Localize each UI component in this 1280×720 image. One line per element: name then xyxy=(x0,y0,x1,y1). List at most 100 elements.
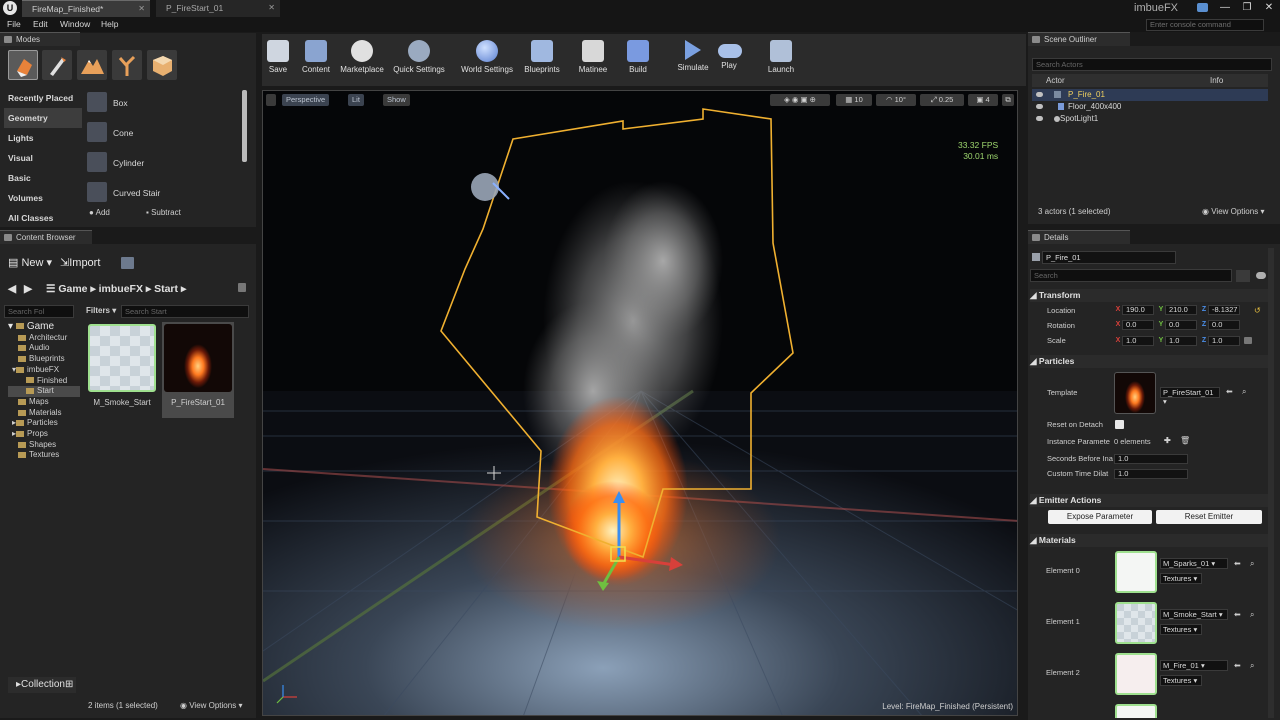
breadcrumb-game[interactable]: Game xyxy=(58,283,87,295)
add-element-icon[interactable]: ✚ xyxy=(1164,436,1171,445)
save-button[interactable]: Save xyxy=(266,36,290,84)
material-thumbnail[interactable] xyxy=(1115,551,1157,593)
property-matrix-icon[interactable] xyxy=(1236,270,1250,282)
geometry-mode-icon[interactable] xyxy=(147,50,177,80)
textures-0-dropdown[interactable]: Textures ▾ xyxy=(1160,573,1202,584)
subtract-radio[interactable]: ▪ Subtract xyxy=(146,208,181,217)
add-collection-icon[interactable]: ⊞ xyxy=(65,679,73,690)
location-x-input[interactable]: 190.0 xyxy=(1122,305,1154,315)
place-item-cylinder[interactable]: Cylinder xyxy=(84,148,240,178)
materials-section[interactable]: ◢ Materials xyxy=(1030,534,1268,547)
tree-item[interactable]: Shapes xyxy=(8,440,80,451)
material-thumbnail[interactable] xyxy=(1115,602,1157,644)
tree-item[interactable]: ▸ Particles xyxy=(8,418,80,429)
outliner-row-fire[interactable]: P_Fire_01 xyxy=(1032,89,1268,101)
particles-section[interactable]: ◢ Particles xyxy=(1030,355,1268,368)
browse-search-icon[interactable]: ⌕ xyxy=(1250,661,1254,671)
visibility-eye-icon[interactable] xyxy=(1036,116,1043,121)
content-browser-tab[interactable]: Content Browser xyxy=(0,230,92,244)
seconds-before-inactive-input[interactable]: 1.0 xyxy=(1114,454,1188,464)
menu-edit[interactable]: Edit xyxy=(33,17,48,32)
details-tab[interactable]: Details xyxy=(1028,230,1130,244)
col-info[interactable]: Info xyxy=(1210,74,1223,87)
modes-scrollbar[interactable] xyxy=(242,90,247,162)
content-view-options[interactable]: ◉ View Options ▾ xyxy=(180,701,242,710)
use-selected-icon[interactable]: ⬅ xyxy=(1234,661,1241,670)
search-assets-input[interactable]: Search Start xyxy=(121,305,249,318)
paint-mode-icon[interactable] xyxy=(42,50,72,80)
col-actor[interactable]: Actor xyxy=(1046,74,1065,87)
reset-on-detach-checkbox[interactable] xyxy=(1115,420,1124,429)
rotation-snap-button[interactable]: ◠ 10° xyxy=(876,94,916,106)
unreal-logo-icon[interactable]: U xyxy=(3,1,17,15)
scale-snap-button[interactable]: ⤢ 0.25 xyxy=(920,94,964,106)
category-basic[interactable]: Basic xyxy=(4,168,82,188)
simulate-button[interactable]: Simulate xyxy=(676,36,710,84)
path-menu-icon[interactable]: ☰ xyxy=(46,283,55,295)
transform-section[interactable]: ◢ Transform xyxy=(1030,289,1268,302)
menu-help[interactable]: Help xyxy=(101,17,118,32)
tree-item[interactable]: Materials xyxy=(8,408,80,419)
build-button[interactable]: Build xyxy=(626,36,650,84)
viewport[interactable] xyxy=(262,90,1018,716)
category-geometry[interactable]: Geometry xyxy=(4,108,82,128)
use-selected-icon[interactable]: ⬅ xyxy=(1234,610,1241,619)
expose-parameter-button[interactable]: Expose Parameter xyxy=(1048,510,1152,524)
add-radio[interactable]: ● Add xyxy=(89,208,110,217)
tree-item[interactable]: ▾ imbueFX xyxy=(8,365,80,376)
actor-name-input[interactable]: P_Fire_01 xyxy=(1042,251,1176,264)
category-recently-placed[interactable]: Recently Placed xyxy=(4,88,82,108)
close-window-icon[interactable]: ✕ xyxy=(1260,0,1278,15)
material-2-dropdown[interactable]: M_Fire_01 ▾ xyxy=(1160,660,1228,671)
filters-button[interactable]: Filters ▾ xyxy=(86,306,116,315)
menu-window[interactable]: Window xyxy=(60,17,90,32)
emitter-actions-section[interactable]: ◢ Emitter Actions xyxy=(1030,494,1268,507)
rotation-z-input[interactable]: 0.0 xyxy=(1208,320,1240,330)
close-icon[interactable]: ✕ xyxy=(268,0,275,16)
textures-1-dropdown[interactable]: Textures ▾ xyxy=(1160,624,1202,635)
use-selected-icon[interactable]: ⬅ xyxy=(1234,559,1241,568)
textures-2-dropdown[interactable]: Textures ▾ xyxy=(1160,675,1202,686)
place-item-box[interactable]: Box xyxy=(84,88,240,118)
nav-back-icon[interactable]: ◀ xyxy=(8,281,16,297)
browse-search-icon[interactable]: ⌕ xyxy=(1242,387,1246,397)
reset-arrow-icon[interactable]: ↺ xyxy=(1254,306,1261,315)
browse-search-icon[interactable]: ⌕ xyxy=(1250,610,1254,620)
template-thumbnail[interactable] xyxy=(1114,372,1156,414)
outliner-row-spotlight[interactable]: SpotLight1 xyxy=(1032,113,1268,125)
blueprints-button[interactable]: Blueprints xyxy=(522,36,562,84)
location-y-input[interactable]: 210.0 xyxy=(1165,305,1197,315)
foliage-mode-icon[interactable] xyxy=(112,50,142,80)
tab-firemap[interactable]: FireMap_Finished* ✕ xyxy=(22,0,150,17)
trash-icon[interactable]: 🗑 xyxy=(1180,436,1190,445)
quick-settings-button[interactable]: Quick Settings xyxy=(392,36,446,84)
asset-tile-smoke[interactable]: M_Smoke_Start xyxy=(86,322,158,418)
minimize-icon[interactable]: — xyxy=(1216,0,1234,15)
visibility-eye-icon[interactable] xyxy=(1036,104,1043,109)
world-settings-button[interactable]: World Settings xyxy=(460,36,514,84)
launch-button[interactable]: Launch xyxy=(766,36,796,84)
breadcrumb-imbuefx[interactable]: imbueFX xyxy=(99,283,143,295)
lock-icon[interactable] xyxy=(238,283,246,292)
breadcrumb-start[interactable]: Start xyxy=(154,283,178,295)
tree-item[interactable]: Audio xyxy=(8,343,80,354)
tree-item[interactable]: Blueprints xyxy=(8,354,80,365)
play-button[interactable]: Play xyxy=(718,36,742,84)
material-1-dropdown[interactable]: M_Smoke_Start ▾ xyxy=(1160,609,1228,620)
tree-item[interactable]: Finished xyxy=(8,376,80,387)
category-lights[interactable]: Lights xyxy=(4,128,82,148)
search-folders-input[interactable]: Search Fol xyxy=(4,305,74,318)
save-all-icon[interactable] xyxy=(121,257,134,269)
visibility-eye-icon[interactable] xyxy=(1256,272,1266,279)
camera-speed-button[interactable]: ▣ 4 xyxy=(968,94,998,106)
scene-outliner-tab[interactable]: Scene Outliner xyxy=(1028,32,1130,46)
scale-z-input[interactable]: 1.0 xyxy=(1208,336,1240,346)
tree-item[interactable]: Architectur xyxy=(8,333,80,344)
tree-item[interactable]: Maps xyxy=(8,397,80,408)
import-button[interactable]: ⇲Import xyxy=(60,255,100,272)
tree-item[interactable]: Textures xyxy=(8,450,80,461)
close-icon[interactable]: ✕ xyxy=(138,1,145,17)
matinee-button[interactable]: Matinee xyxy=(576,36,610,84)
template-dropdown[interactable]: P_FireStart_01 ▾ xyxy=(1160,387,1220,406)
tab-firestart[interactable]: P_FireStart_01 ✕ xyxy=(156,0,280,17)
